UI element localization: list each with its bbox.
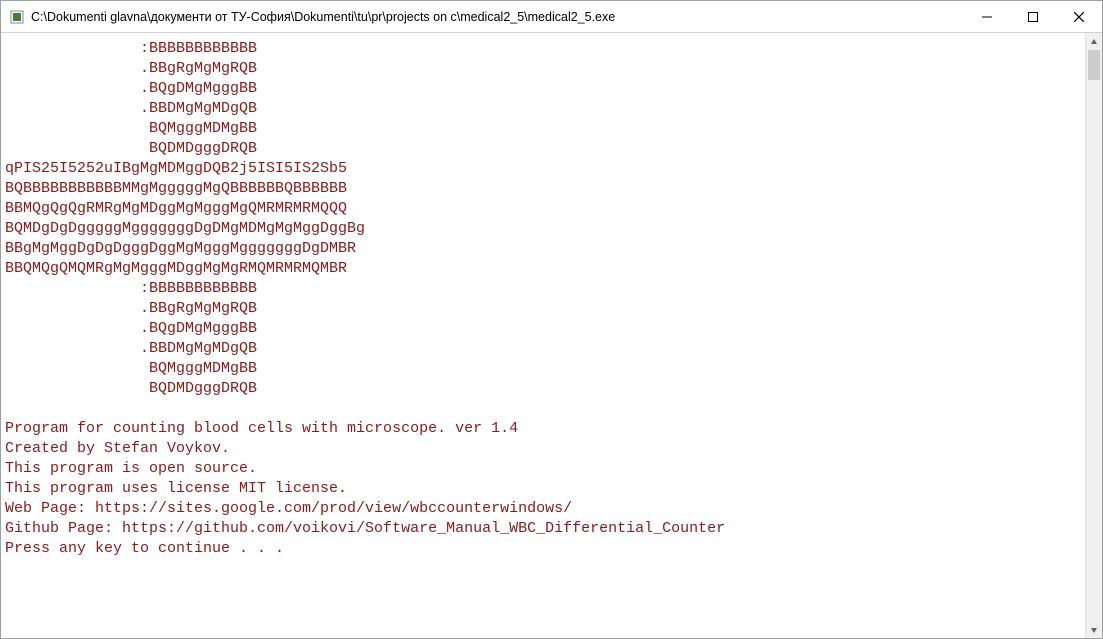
scroll-track[interactable] xyxy=(1086,50,1102,621)
vertical-scrollbar[interactable] xyxy=(1085,33,1102,638)
scroll-down-button[interactable] xyxy=(1086,621,1102,638)
console-output: :BBBBBBBBBBBB .BBgRgMgMgRQB .BQgDMgMgggB… xyxy=(1,33,1084,638)
maximize-button[interactable] xyxy=(1010,1,1056,32)
minimize-button[interactable] xyxy=(964,1,1010,32)
scroll-up-button[interactable] xyxy=(1086,33,1102,50)
application-window: C:\Dokumenti glavna\документи от ТУ-Софи… xyxy=(0,0,1103,639)
console-area: :BBBBBBBBBBBB .BBgRgMgMgRQB .BQgDMgMgggB… xyxy=(1,33,1102,638)
scroll-thumb[interactable] xyxy=(1088,50,1100,80)
title-bar[interactable]: C:\Dokumenti glavna\документи от ТУ-Софи… xyxy=(1,1,1102,33)
window-title: C:\Dokumenti glavna\документи от ТУ-Софи… xyxy=(31,10,964,24)
close-button[interactable] xyxy=(1056,1,1102,32)
window-controls xyxy=(964,1,1102,32)
app-icon xyxy=(9,9,25,25)
